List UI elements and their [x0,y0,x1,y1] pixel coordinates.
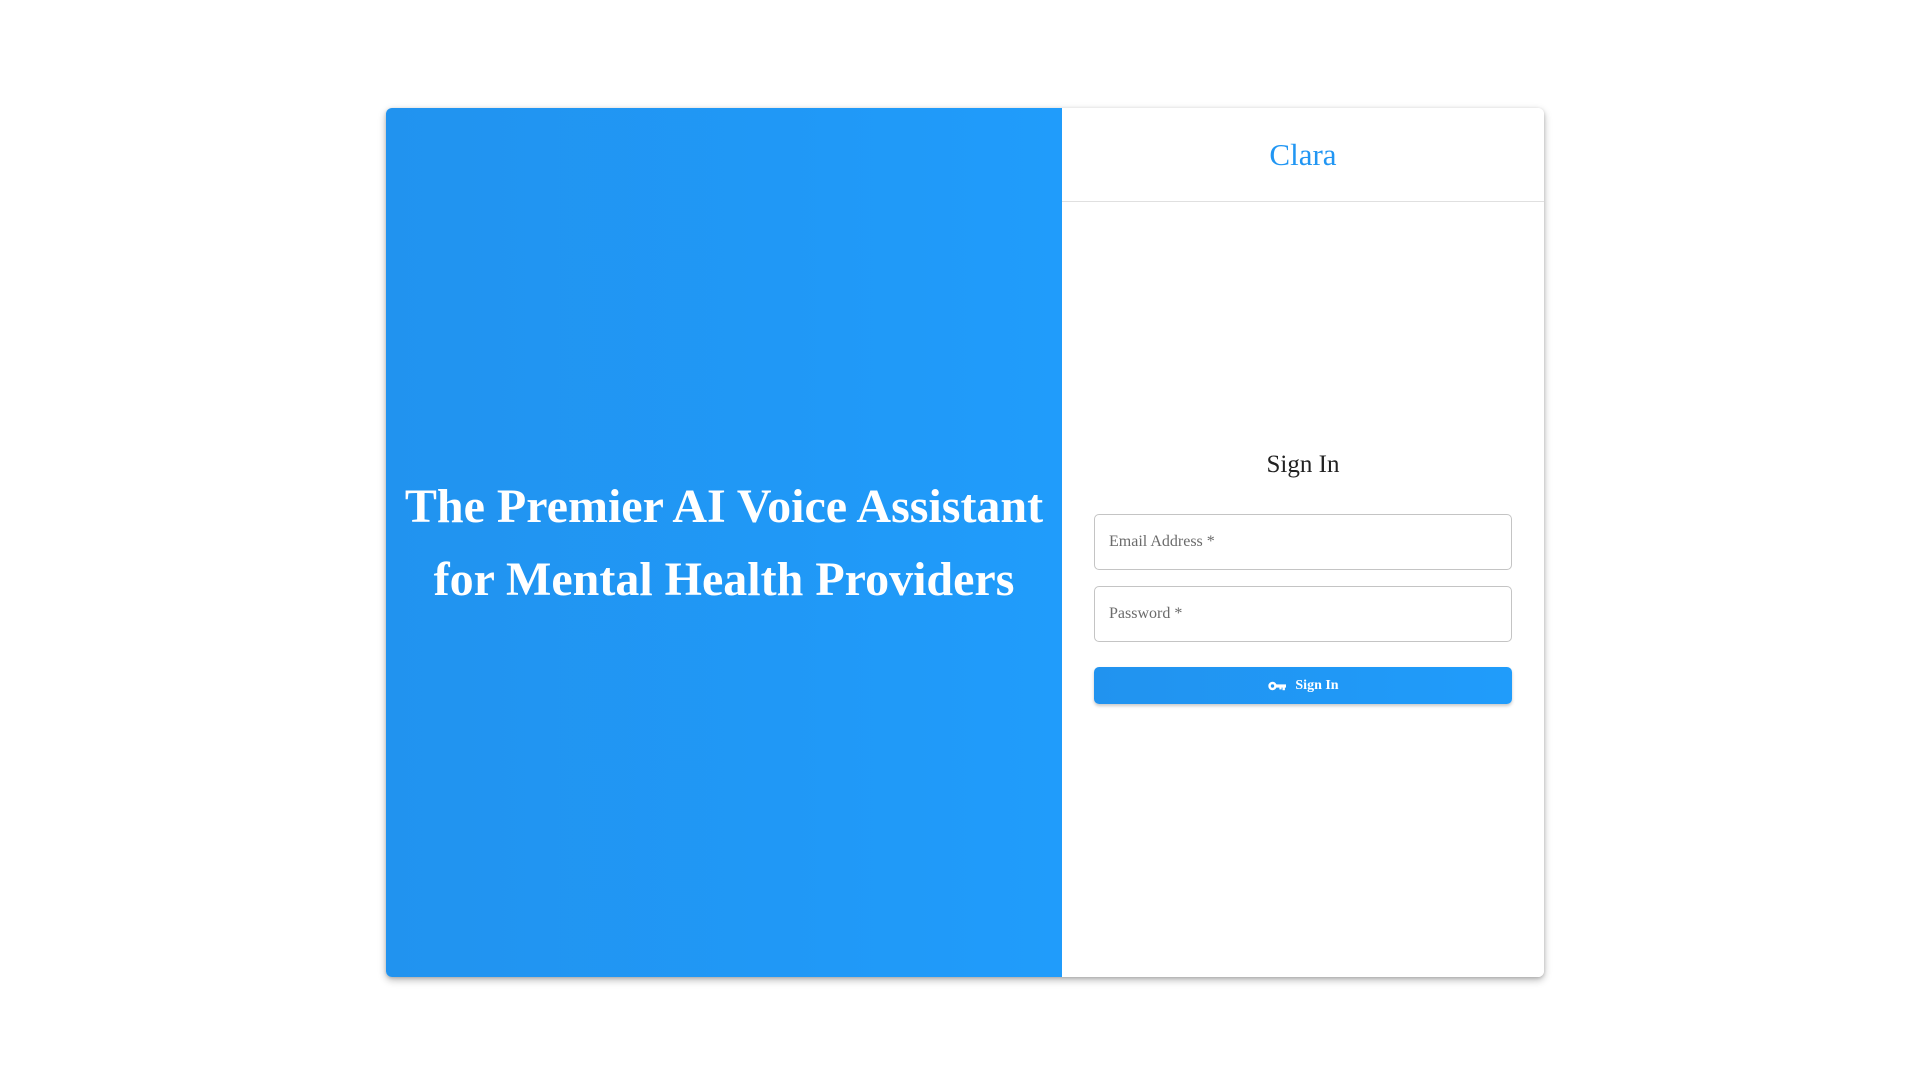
email-field[interactable] [1094,514,1512,570]
sign-in-button-label: Sign In [1295,677,1339,693]
hero-headline: The Premier AI Voice Assistant for Mental… [386,470,1062,616]
login-card: The Premier AI Voice Assistant for Mental… [386,108,1544,977]
hero-headline-line1: The Premier AI Voice Assistant [404,479,1044,533]
password-field[interactable] [1094,586,1512,642]
sign-in-button[interactable]: Sign In [1094,667,1512,704]
brand-name: Clara [1269,136,1337,172]
sign-in-panel: Clara Sign In Sign In [1062,108,1544,977]
hero-headline-line2: for Mental Health Providers [433,552,1015,606]
key-icon [1267,680,1287,692]
hero-panel: The Premier AI Voice Assistant for Mental… [386,108,1062,977]
panel-header: Clara [1062,108,1544,202]
form-title: Sign In [1266,451,1340,478]
